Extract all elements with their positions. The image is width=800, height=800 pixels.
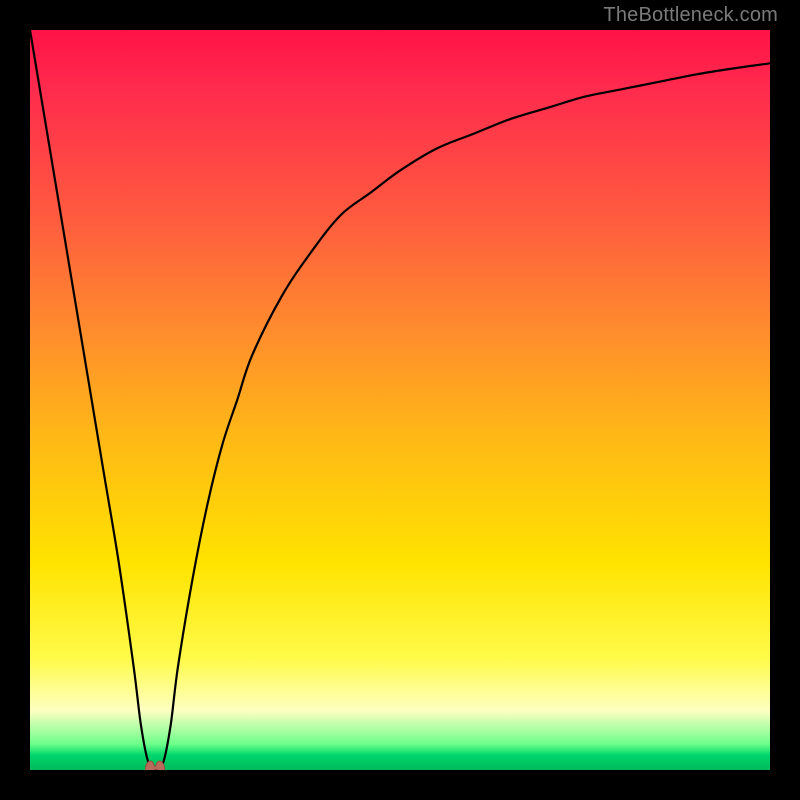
- watermark-text: TheBottleneck.com: [603, 4, 778, 27]
- background-gradient: [30, 30, 770, 770]
- plot-area: [30, 30, 770, 770]
- chart-frame: TheBottleneck.com: [0, 0, 800, 800]
